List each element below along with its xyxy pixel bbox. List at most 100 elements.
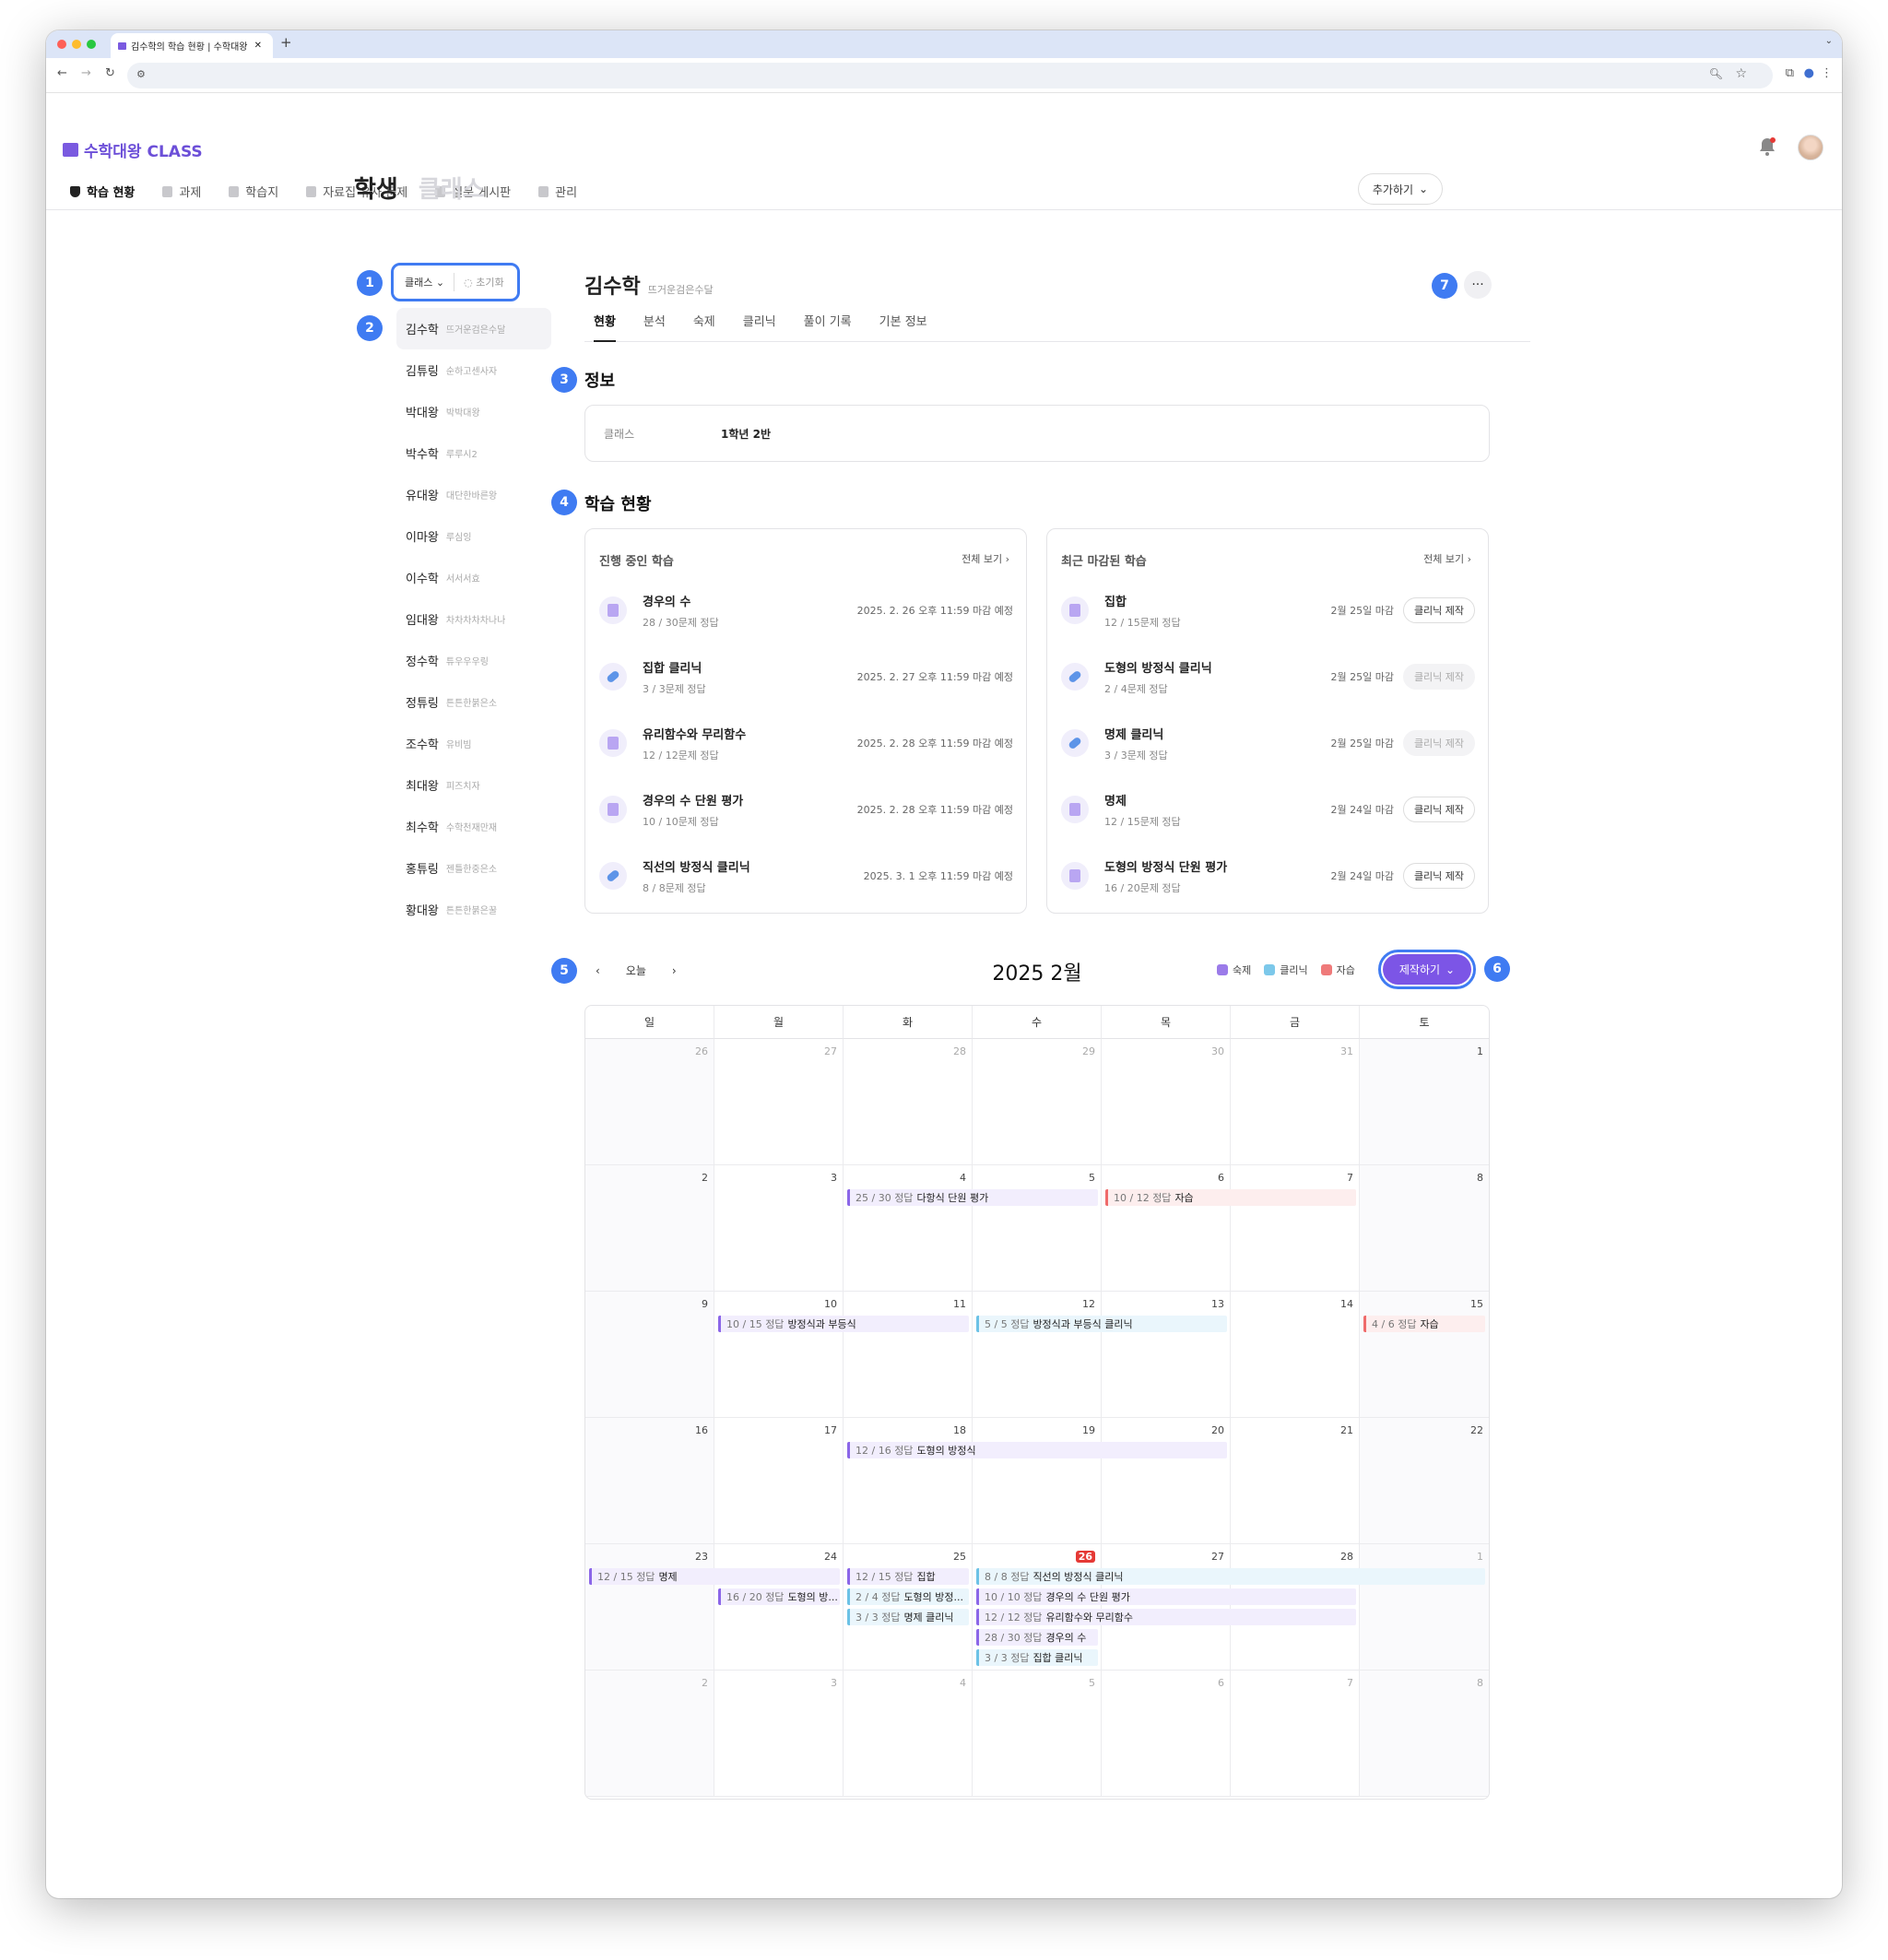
student-list-item[interactable]: 황대왕 튼튼한붉은꿀 xyxy=(396,889,551,930)
calendar-event[interactable]: 12 / 16 정답 도형의 방정식 xyxy=(847,1442,1227,1458)
calendar-event[interactable]: 10 / 10 정답 경우의 수 단원 평가 xyxy=(976,1588,1356,1605)
study-row[interactable]: 도형의 방정식 단원 평가 16 / 20문제 정답 2월 24일 마감 클리닉 제작 xyxy=(1061,843,1475,909)
student-list-item[interactable]: 이마왕 루심잉 xyxy=(396,515,551,557)
student-list-item[interactable]: 김수학 뜨거운검은수달 xyxy=(396,308,551,349)
study-row[interactable]: 유리함수와 무리함수 12 / 12문제 정답 2025. 2. 28 오후 11:… xyxy=(599,710,1013,776)
calendar-day-cell[interactable]: 1 xyxy=(1360,1544,1489,1671)
profile-icon[interactable]: ● xyxy=(1804,66,1814,80)
calendar-day-cell[interactable]: 29 xyxy=(973,1039,1102,1165)
calendar-day-cell[interactable]: 30 xyxy=(1102,1039,1231,1165)
reset-filter-button[interactable]: ◌ 초기화 xyxy=(464,275,503,289)
calendar-day-cell[interactable]: 27 xyxy=(1102,1544,1231,1671)
student-tab-5[interactable]: 기본 정보 xyxy=(879,312,927,342)
calendar-day-cell[interactable]: 25 xyxy=(844,1544,973,1671)
make-clinic-button[interactable]: 클리닉 제작 xyxy=(1403,597,1475,623)
tab-list-chevron-icon[interactable]: ⌄ xyxy=(1825,36,1833,46)
calendar-day-cell[interactable]: 16 xyxy=(585,1418,714,1544)
calendar-day-cell[interactable]: 20 xyxy=(1102,1418,1231,1544)
calendar-event[interactable]: 10 / 15 정답 방정식과 부등식 xyxy=(718,1316,969,1332)
calendar-day-cell[interactable]: 2 xyxy=(585,1671,714,1797)
calendar-day-cell[interactable]: 21 xyxy=(1231,1418,1360,1544)
class-filter-dropdown[interactable]: 클래스 ⌄ xyxy=(405,275,444,289)
student-list-item[interactable]: 최수학 수학천재만재 xyxy=(396,806,551,847)
student-list-item[interactable]: 박대왕 박박대왕 xyxy=(396,391,551,432)
calendar-day-cell[interactable]: 14 xyxy=(1231,1292,1360,1418)
calendar-event[interactable]: 25 / 30 정답 다항식 단원 평가 xyxy=(847,1189,1098,1206)
study-row[interactable]: 도형의 방정식 클리닉 2 / 4문제 정답 2월 25일 마감 클리닉 제작 xyxy=(1061,643,1475,710)
calendar-day-cell[interactable]: 27 xyxy=(714,1039,844,1165)
student-list-item[interactable]: 임대왕 차차차차차나나 xyxy=(396,598,551,640)
student-list-item[interactable]: 정튜링 튼튼한붉은소 xyxy=(396,681,551,723)
study-row[interactable]: 집합 12 / 15문제 정답 2월 25일 마감 클리닉 제작 xyxy=(1061,577,1475,643)
calendar-day-cell[interactable]: 26 xyxy=(585,1039,714,1165)
calendar-day-cell[interactable]: 11 xyxy=(844,1292,973,1418)
closed-view-all-link[interactable]: 전체 보기 › xyxy=(1423,551,1471,566)
student-tab-4[interactable]: 풀이 기록 xyxy=(804,312,852,342)
study-row[interactable]: 직선의 방정식 클리닉 8 / 8문제 정답 2025. 3. 1 오후 11:59… xyxy=(599,843,1013,909)
browser-menu-icon[interactable]: ⋮ xyxy=(1821,66,1833,80)
student-tab-1[interactable]: 분석 xyxy=(643,312,666,342)
calendar-event[interactable]: 28 / 30 정답 경우의 수 xyxy=(976,1629,1098,1646)
make-clinic-button[interactable]: 클리닉 제작 xyxy=(1403,863,1475,889)
calendar-event[interactable]: 2 / 4 정답 도형의 방정... xyxy=(847,1588,969,1605)
add-button[interactable]: 추가하기 ⌄ xyxy=(1358,173,1443,205)
calendar-day-cell[interactable]: 17 xyxy=(714,1418,844,1544)
make-button[interactable]: 제작하기 ⌄ xyxy=(1378,950,1476,989)
next-month-button[interactable]: › xyxy=(672,964,677,977)
calendar-event[interactable]: 10 / 12 정답 자습 xyxy=(1105,1189,1356,1206)
study-row[interactable]: 경우의 수 28 / 30문제 정답 2025. 2. 26 오후 11:59 마감… xyxy=(599,577,1013,643)
calendar-day-cell[interactable]: 15 xyxy=(1360,1292,1489,1418)
calendar-day-cell[interactable]: 22 xyxy=(1360,1418,1489,1544)
student-tab-3[interactable]: 클리닉 xyxy=(743,312,776,342)
calendar-day-cell[interactable]: 10 xyxy=(714,1292,844,1418)
calendar-event[interactable]: 4 / 6 정답 자습 xyxy=(1363,1316,1485,1332)
prev-month-button[interactable]: ‹ xyxy=(596,964,600,977)
calendar-day-cell[interactable]: 13 xyxy=(1102,1292,1231,1418)
make-clinic-button[interactable]: 클리닉 제작 xyxy=(1403,797,1475,822)
calendar-day-cell[interactable]: 2 xyxy=(585,1165,714,1292)
calendar-day-cell[interactable]: 1 xyxy=(1360,1039,1489,1165)
calendar-day-cell[interactable]: 4 xyxy=(844,1671,973,1797)
calendar-day-cell[interactable]: 3 xyxy=(714,1671,844,1797)
calendar-day-cell[interactable]: 9 xyxy=(585,1292,714,1418)
calendar-day-cell[interactable]: 3 xyxy=(714,1165,844,1292)
student-list-item[interactable]: 유대왕 대단한바른왕 xyxy=(396,474,551,515)
calendar-day-cell[interactable]: 19 xyxy=(973,1418,1102,1544)
study-row[interactable]: 명제 클리닉 3 / 3문제 정답 2월 25일 마감 클리닉 제작 xyxy=(1061,710,1475,776)
calendar-day-cell[interactable]: 8 xyxy=(1360,1165,1489,1292)
calendar-event[interactable]: 16 / 20 정답 도형의 방... xyxy=(718,1588,840,1605)
student-tab-0[interactable]: 현황 xyxy=(594,312,616,342)
student-list-item[interactable]: 박수학 루루시2 xyxy=(396,432,551,474)
user-avatar[interactable] xyxy=(1798,135,1823,160)
study-row[interactable]: 명제 12 / 15문제 정답 2월 24일 마감 클리닉 제작 xyxy=(1061,776,1475,843)
calendar-day-cell[interactable]: 5 xyxy=(973,1165,1102,1292)
calendar-day-cell[interactable]: 12 xyxy=(973,1292,1102,1418)
calendar-day-cell[interactable]: 24 xyxy=(714,1544,844,1671)
calendar-day-cell[interactable]: 28 xyxy=(844,1039,973,1165)
calendar-day-cell[interactable]: 7 xyxy=(1231,1165,1360,1292)
calendar-event[interactable]: 8 / 8 정답 직선의 방정식 클리닉 xyxy=(976,1568,1485,1585)
calendar-day-cell[interactable]: 31 xyxy=(1231,1039,1360,1165)
calendar-event[interactable]: 3 / 3 정답 명제 클리닉 xyxy=(847,1609,969,1625)
calendar-day-cell[interactable]: 28 xyxy=(1231,1544,1360,1671)
study-row[interactable]: 집합 클리닉 3 / 3문제 정답 2025. 2. 27 오후 11:59 마감 … xyxy=(599,643,1013,710)
calendar-day-cell[interactable]: 23 xyxy=(585,1544,714,1671)
calendar-day-cell[interactable]: 4 xyxy=(844,1165,973,1292)
calendar-day-cell[interactable]: 18 xyxy=(844,1418,973,1544)
tab-classes[interactable]: 클래스 xyxy=(419,171,485,205)
calendar-day-cell[interactable]: 7 xyxy=(1231,1671,1360,1797)
more-options-button[interactable]: ··· xyxy=(1464,271,1492,299)
calendar-event[interactable]: 3 / 3 정답 집합 클리닉 xyxy=(976,1649,1098,1666)
calendar-event[interactable]: 12 / 15 정답 집합 xyxy=(847,1568,969,1585)
calendar-day-cell[interactable]: 6 xyxy=(1102,1165,1231,1292)
calendar-day-cell[interactable]: 8 xyxy=(1360,1671,1489,1797)
calendar-day-cell[interactable]: 5 xyxy=(973,1671,1102,1797)
student-list-item[interactable]: 홍튜링 젠틀한중은소 xyxy=(396,847,551,889)
calendar-event[interactable]: 12 / 15 정답 명제 xyxy=(589,1568,840,1585)
student-list-item[interactable]: 김튜링 순하고센사자 xyxy=(396,349,551,391)
study-row[interactable]: 경우의 수 단원 평가 10 / 10문제 정답 2025. 2. 28 오후 11… xyxy=(599,776,1013,843)
tab-students[interactable]: 학생 xyxy=(354,171,398,205)
student-list-item[interactable]: 조수학 유비빔 xyxy=(396,723,551,764)
ongoing-view-all-link[interactable]: 전체 보기 › xyxy=(962,551,1009,566)
student-tab-2[interactable]: 숙제 xyxy=(693,312,715,342)
